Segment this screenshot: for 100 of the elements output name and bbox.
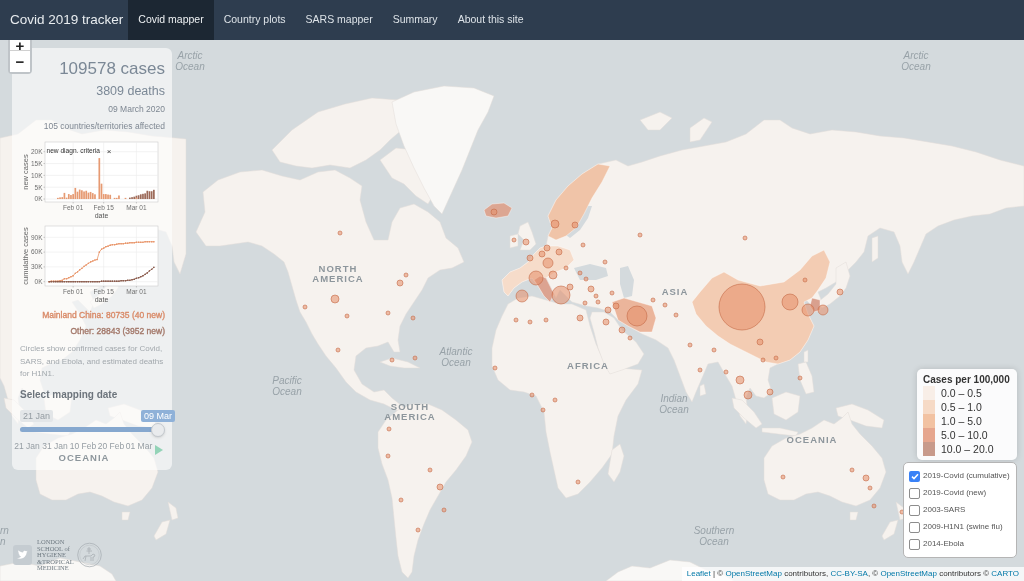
- case-circle: [673, 312, 679, 318]
- slider-tick-label: 20 Feb: [97, 440, 125, 452]
- case-circle: [662, 302, 668, 308]
- case-circle: [412, 355, 418, 361]
- case-circle: [797, 375, 803, 381]
- layer-label[interactable]: 2009-H1N1 (swine flu): [923, 521, 1003, 533]
- case-circle: [548, 270, 558, 280]
- inland-sea: [620, 266, 634, 298]
- layer-label[interactable]: 2003-SARS: [923, 504, 966, 516]
- case-circle: [766, 388, 774, 396]
- case-circle: [563, 265, 569, 271]
- case-circle: [398, 497, 404, 503]
- ocean-label: Atlantic Ocean: [439, 346, 473, 368]
- slider-tick-label: 01 Mar: [125, 440, 153, 452]
- case-circle: [867, 485, 873, 491]
- slider-tick-label: 21 Jan: [14, 440, 40, 452]
- ocean-label: Pacific Ocean: [272, 375, 302, 397]
- legend-label: 0.0 – 0.5: [941, 386, 982, 400]
- nav-tab[interactable]: Summary: [382, 0, 448, 40]
- case-circle: [415, 527, 421, 533]
- checkbox[interactable]: [909, 504, 920, 516]
- layer-label[interactable]: 2019-Covid (cumulative): [923, 470, 1010, 482]
- case-circle: [389, 357, 395, 363]
- case-circle: [528, 270, 544, 286]
- case-circle: [871, 503, 877, 509]
- case-circle: [529, 392, 535, 398]
- inland-sea: [574, 264, 608, 280]
- case-circle: [780, 474, 786, 480]
- landmass: [849, 511, 859, 521]
- case-circle: [385, 453, 391, 459]
- case-circle: [580, 242, 586, 248]
- case-circle: [582, 300, 588, 306]
- case-circle: [742, 235, 748, 241]
- case-circle: [490, 208, 498, 216]
- ocean-label: Arctic Ocean: [175, 50, 205, 72]
- case-circle: [436, 483, 444, 491]
- continent-label: SOUTH AMERICA: [384, 402, 436, 422]
- shaded-country: [483, 202, 513, 219]
- layer-label[interactable]: 2019-Covid (new): [923, 487, 987, 499]
- nav-tab[interactable]: SARS mapper: [295, 0, 383, 40]
- attribution-link[interactable]: OpenStreetMap: [880, 569, 937, 578]
- checkbox[interactable]: [909, 470, 920, 482]
- landmass: [121, 511, 131, 521]
- case-circle: [743, 390, 753, 400]
- ocean-label: Indian Ocean: [659, 393, 689, 415]
- attribution-link[interactable]: CARTO: [991, 569, 1019, 578]
- continent-label: OCEANIA: [786, 435, 838, 445]
- case-circle: [441, 507, 447, 513]
- case-circle: [526, 254, 534, 262]
- continent-label: OCEANIA: [58, 453, 110, 463]
- checkmark-icon: [910, 472, 919, 480]
- nav-tab[interactable]: Covid mapper: [128, 0, 214, 40]
- attribution-link[interactable]: CC-BY-SA: [830, 569, 868, 578]
- case-circle: [522, 238, 530, 246]
- case-circle: [410, 315, 416, 321]
- countries-count: 105 countries/territories affected: [43, 121, 165, 132]
- case-circle: [386, 426, 392, 432]
- case-circle: [773, 355, 779, 361]
- case-circle: [697, 367, 703, 373]
- slider-label: Select mapping date: [20, 388, 118, 401]
- attribution-link[interactable]: OpenStreetMap: [725, 569, 782, 578]
- case-circle: [575, 479, 581, 485]
- legend-label: 0.5 – 1.0: [941, 400, 982, 414]
- legend-label: 10.0 – 20.0: [941, 442, 994, 456]
- case-circle: [513, 317, 519, 323]
- slider-tick-label: 31 Jan: [42, 440, 68, 452]
- case-circle: [817, 304, 829, 316]
- case-circle: [552, 397, 558, 403]
- brand-title[interactable]: Covid 2019 tracker: [0, 0, 129, 40]
- ocean-label: Arctic Ocean: [901, 50, 931, 72]
- region-count: Mainland China: 80735 (40 new): [42, 309, 165, 321]
- case-circle: [781, 293, 799, 311]
- nav-tab[interactable]: About this site: [447, 0, 534, 40]
- case-circle: [337, 230, 343, 236]
- continent-label: AFRICA: [567, 361, 609, 371]
- zoom-in-button[interactable]: +: [10, 40, 30, 51]
- case-circle: [801, 303, 815, 317]
- shaded-country: [611, 297, 657, 333]
- case-circle: [543, 317, 549, 323]
- case-circle: [302, 304, 308, 310]
- checkbox[interactable]: [909, 521, 920, 533]
- nav-tab[interactable]: Country plots: [213, 0, 296, 40]
- case-circle: [511, 237, 517, 243]
- slider-tick-label: 10 Feb: [69, 440, 97, 452]
- case-circle: [723, 369, 729, 375]
- layer-label[interactable]: 2014-Ebola: [923, 538, 964, 550]
- annotation-marker: ×: [106, 147, 112, 156]
- case-circle: [760, 357, 766, 363]
- case-circle: [637, 232, 643, 238]
- case-circle: [849, 467, 855, 473]
- checkbox[interactable]: [909, 538, 920, 550]
- attribution-link[interactable]: Leaflet: [686, 569, 711, 578]
- checkbox[interactable]: [909, 487, 920, 499]
- case-circle: [650, 297, 656, 303]
- bird-icon: [13, 545, 32, 565]
- report-date: 09 March 2020: [108, 104, 165, 115]
- case-circle: [602, 318, 610, 326]
- continent-label: ASIA: [661, 287, 689, 297]
- case-circle: [609, 290, 615, 296]
- death-total: 3809 deaths: [96, 83, 165, 99]
